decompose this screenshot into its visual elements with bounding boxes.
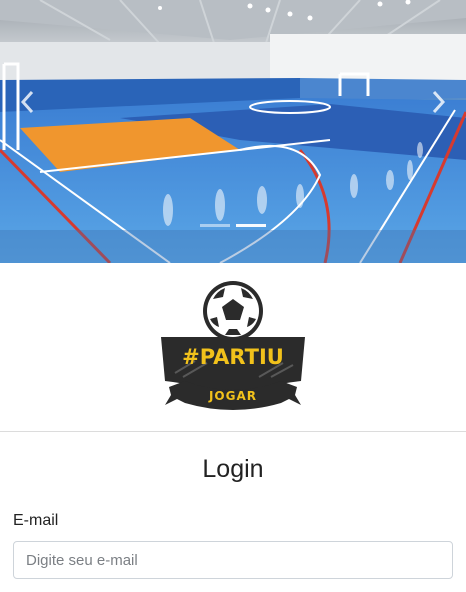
chevron-right-icon[interactable] [426, 86, 450, 118]
carousel-indicator-1[interactable] [200, 224, 230, 227]
section-divider [0, 431, 466, 432]
logo-text-partiu: #PARTIU [182, 345, 284, 369]
carousel-indicator-2[interactable] [236, 224, 266, 227]
logo-area: #PARTIU JOGAR [0, 263, 466, 431]
partiu-jogar-logo: #PARTIU JOGAR [161, 281, 305, 410]
email-field[interactable] [13, 541, 453, 579]
email-label: E-mail [13, 512, 59, 529]
page-title: Login [202, 455, 264, 483]
chevron-left-icon[interactable] [16, 86, 40, 118]
logo-text-jogar: JOGAR [208, 389, 257, 403]
image-carousel[interactable] [0, 0, 466, 263]
carousel-indicators [0, 224, 466, 227]
